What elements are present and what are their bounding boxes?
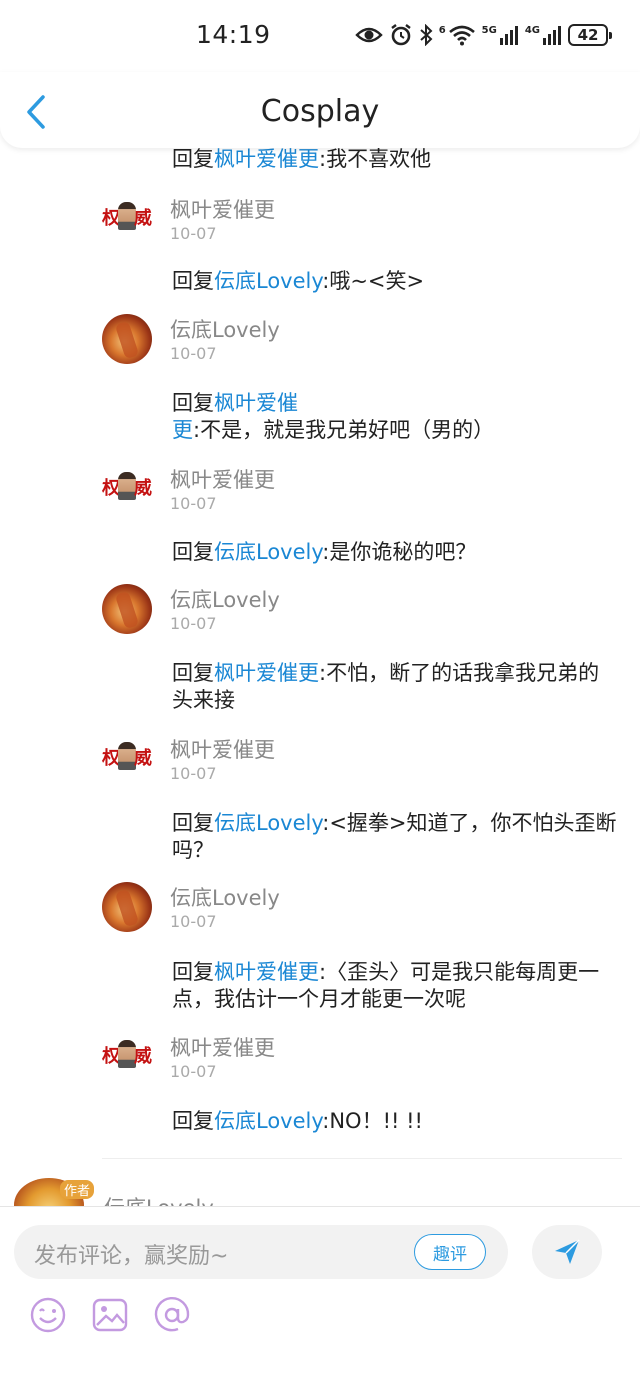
signal-icon-2 bbox=[542, 24, 562, 46]
status-bar: 14:19 6 5G 4G 42 bbox=[0, 0, 640, 72]
send-button[interactable] bbox=[532, 1225, 602, 1279]
divider bbox=[102, 1158, 622, 1159]
mention-link[interactable]: 伝底Lovely bbox=[214, 269, 322, 293]
reply-thread: 回复枫叶爱催更:我不喜欢他 权 威 枫叶爱催更 10-07 回复伝底Lovely… bbox=[0, 148, 640, 1208]
reply-text: 回复伝底Lovely:哦~<笑> bbox=[172, 269, 425, 293]
at-icon bbox=[154, 1296, 190, 1332]
reply-author: 伝底Lovely 10-07 bbox=[102, 314, 602, 370]
quping-button[interactable]: 趣评 bbox=[414, 1234, 486, 1270]
avatar[interactable] bbox=[102, 584, 152, 634]
alarm-icon bbox=[389, 23, 413, 47]
mention-link[interactable]: 枫叶爱催更 bbox=[214, 661, 319, 685]
eye-icon bbox=[354, 25, 383, 45]
reply-date: 10-07 bbox=[170, 224, 217, 243]
network-label-3: 4G bbox=[524, 24, 540, 36]
emoji-button[interactable] bbox=[28, 1295, 68, 1335]
reply-author: 权 威 枫叶爱催更 10-07 bbox=[102, 1032, 602, 1088]
wifi-icon bbox=[448, 24, 476, 46]
reply-text: 回复伝底Lovely:NO！!! !! bbox=[172, 1109, 423, 1133]
mention-link[interactable]: 伝底Lovely bbox=[214, 540, 322, 564]
avatar[interactable] bbox=[102, 314, 152, 364]
reply-date: 10-07 bbox=[170, 614, 217, 633]
author-name[interactable]: 伝底Lovely bbox=[170, 584, 280, 614]
comment-composer: 发布评论，赢奖励~ 趣评 bbox=[0, 1206, 640, 1386]
page-title: Cosplay bbox=[260, 94, 380, 129]
avatar[interactable]: 权 威 bbox=[102, 1032, 152, 1082]
emoji-icon bbox=[30, 1297, 66, 1333]
mention-link[interactable]: 枫叶爱催更 bbox=[214, 960, 319, 984]
reply-date: 10-07 bbox=[170, 344, 217, 363]
reply-author: 权 威 枫叶爱催更 10-07 bbox=[102, 194, 602, 250]
signal-icon bbox=[499, 24, 519, 46]
author-name[interactable]: 枫叶爱催更 bbox=[170, 194, 275, 224]
nav-bar: Cosplay bbox=[0, 72, 640, 148]
reply-text: 回复枫叶爱催更:〈歪头〉可是我只能每周更一点，我估计一个月才能更一次呢 bbox=[172, 960, 600, 1011]
author-name[interactable]: 伝底Lovely bbox=[170, 882, 280, 912]
reply-text: 回复伝底Lovely:<握拳>知道了，你不怕头歪断吗？ bbox=[172, 811, 617, 862]
reply-author: 权 威 枫叶爱催更 10-07 bbox=[102, 464, 602, 520]
author-badge: 作者 bbox=[60, 1180, 95, 1199]
image-icon bbox=[92, 1298, 128, 1332]
network-label-1: 6 bbox=[438, 24, 446, 36]
mention-link[interactable]: 伝底Lovely bbox=[214, 1109, 322, 1133]
author-name[interactable]: 枫叶爱催更 bbox=[170, 1032, 275, 1062]
avatar[interactable]: 权 威 bbox=[102, 464, 152, 514]
comment-placeholder: 发布评论，赢奖励~ bbox=[34, 1244, 229, 1269]
send-icon bbox=[555, 1239, 580, 1264]
status-time: 14:19 bbox=[196, 20, 271, 49]
battery-indicator: 42 bbox=[568, 24, 612, 46]
composer-tools bbox=[28, 1295, 192, 1335]
reply-author: 伝底Lovely 10-07 bbox=[102, 584, 602, 640]
reply-author: 伝底Lovely 10-07 bbox=[102, 882, 602, 938]
reply-date: 10-07 bbox=[170, 764, 217, 783]
reply-text: 回复伝底Lovely:是你诡秘的吧？ bbox=[172, 540, 477, 564]
author-name[interactable]: 枫叶爱催更 bbox=[170, 464, 275, 494]
avatar[interactable]: 权 威 bbox=[102, 734, 152, 784]
reply-text: 回复枫叶爱催更:我不喜欢他 bbox=[172, 148, 432, 171]
author-name[interactable]: 伝底Lovely bbox=[170, 314, 280, 344]
comment-input[interactable]: 发布评论，赢奖励~ 趣评 bbox=[14, 1225, 508, 1279]
network-label-2: 5G bbox=[481, 24, 497, 36]
author-name[interactable]: 枫叶爱催更 bbox=[170, 734, 275, 764]
mention-link[interactable]: 枫叶爱催更 bbox=[214, 148, 319, 171]
next-comment: 作者 伝底Lovely bbox=[0, 1178, 640, 1208]
avatar[interactable]: 权 威 bbox=[102, 194, 152, 244]
status-icons: 6 5G 4G 42 bbox=[354, 20, 612, 50]
reply-date: 10-07 bbox=[170, 1062, 217, 1081]
image-button[interactable] bbox=[90, 1295, 130, 1335]
bluetooth-icon bbox=[419, 24, 433, 46]
mention-button[interactable] bbox=[152, 1295, 192, 1335]
mention-link[interactable]: 伝底Lovely bbox=[214, 811, 322, 835]
reply-text: 回复枫叶爱催更:不是，就是我兄弟好吧（男的） bbox=[172, 391, 495, 442]
avatar[interactable] bbox=[102, 882, 152, 932]
reply-author: 权 威 枫叶爱催更 10-07 bbox=[102, 734, 602, 790]
reply-date: 10-07 bbox=[170, 912, 217, 931]
reply-date: 10-07 bbox=[170, 494, 217, 513]
reply-text: 回复枫叶爱催更:不怕，断了的话我拿我兄弟的头来接 bbox=[172, 661, 600, 712]
